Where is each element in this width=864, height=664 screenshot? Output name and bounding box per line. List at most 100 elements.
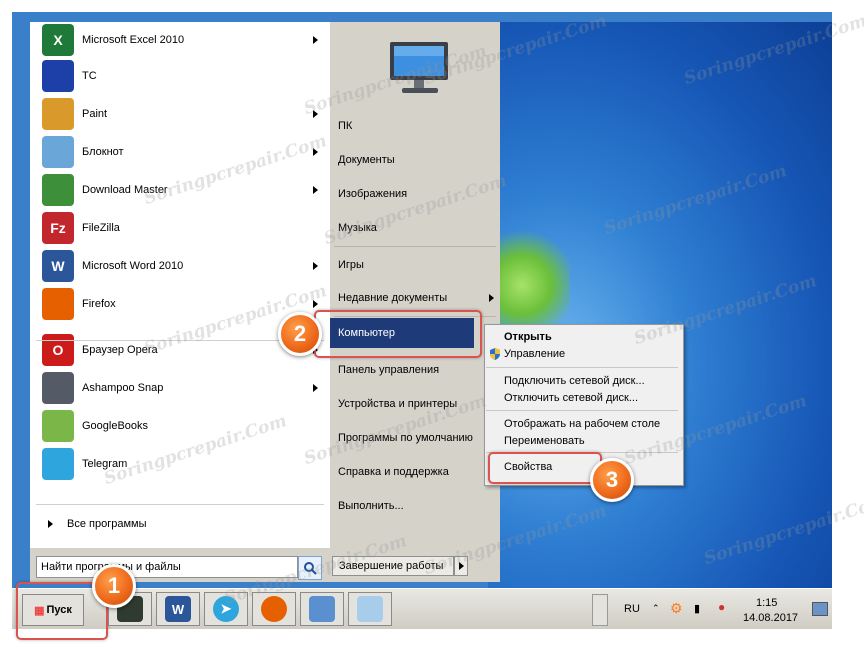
places-label: Справка и поддержка [338,466,449,478]
submenu-arrow-icon [489,294,494,302]
program-label: GoogleBooks [82,420,149,432]
submenu-arrow-icon [313,384,318,392]
clock-time[interactable]: 1:15 [756,597,777,609]
program-label: FileZilla [82,222,120,234]
all-programs-item[interactable]: Все программы [30,512,330,536]
program-label: TC [82,70,97,82]
word-icon: W [42,250,74,282]
highlight-outline-computer [314,310,482,358]
places-item[interactable]: Недавние документы [338,286,498,310]
context-map-drive[interactable]: Подключить сетевой диск... [504,372,645,389]
context-disconnect-drive[interactable]: Отключить сетевой диск... [504,389,638,406]
firefox-icon [261,596,287,622]
network-icon[interactable]: ▮ [694,602,700,615]
arrow-right-icon [48,520,53,528]
arrow-right-icon [458,562,464,570]
ashampoo-snap-icon [42,372,74,404]
program-item[interactable]: Download Master [30,172,330,208]
program-item[interactable]: TC [30,58,330,94]
context-show-desktop[interactable]: Отображать на рабочем столе [504,415,660,432]
places-item[interactable]: Справка и поддержка [338,460,498,484]
places-separator [334,246,496,247]
context-separator [486,410,678,411]
control-panel-icon [309,596,335,622]
context-show-desktop-label: Отображать на рабочем столе [504,417,661,430]
program-item[interactable]: GoogleBooks [30,408,330,444]
places-label: Документы [338,154,395,166]
places-item[interactable]: Панель управления [338,358,498,382]
filezilla-icon: Fz [42,212,74,244]
taskbar-app-notepad[interactable] [348,592,392,626]
context-separator [486,367,678,368]
submenu-arrow-icon [313,186,318,194]
places-item[interactable]: Документы [338,148,498,172]
program-item[interactable]: Fz FileZilla [30,210,330,246]
download-master-icon [42,174,74,206]
places-item[interactable]: Устройства и принтеры [338,392,498,416]
places-item[interactable]: Игры [338,253,498,277]
places-label: Музыка [338,222,377,234]
submenu-arrow-icon [313,110,318,118]
places-item[interactable]: Музыка [338,216,498,240]
places-label: Изображения [338,188,408,200]
tray-expand-icon[interactable]: ⌃ [652,603,660,614]
program-label: Microsoft Word 2010 [82,260,184,272]
places-item[interactable]: Программы по умолчанию [338,426,498,450]
program-label: Download Master [82,184,168,196]
places-item[interactable]: ПК [338,114,498,138]
program-label: Telegram [82,458,128,470]
taskbar-app-word[interactable]: W [156,592,200,626]
highlight-outline-properties [488,452,602,484]
taskbar-app-telegram[interactable]: ➤ [204,592,248,626]
googlebooks-icon [42,410,74,442]
places-item[interactable]: Выполнить... [338,494,498,518]
all-programs-label: Все программы [67,518,147,530]
taskbar-app-firefox[interactable] [252,592,296,626]
context-open-label: Открыть [504,330,552,343]
program-label: Paint [82,108,108,120]
program-item[interactable]: Telegram [30,446,330,482]
notepad-icon [357,596,383,622]
places-label: Игры [338,259,364,271]
avast-icon[interactable]: ⚙ [670,600,683,617]
program-label: Microsoft Excel 2010 [82,34,185,46]
taskbar-app-control-panel[interactable] [300,592,344,626]
program-label: Браузер Opera [82,344,158,356]
taskbar-scroll[interactable] [592,594,608,626]
submenu-arrow-icon [313,148,318,156]
program-item[interactable]: Paint [30,96,330,132]
context-manage-label: Управление [504,347,566,360]
places-item[interactable]: Изображения [338,182,498,206]
shutdown-label: Завершение работы [339,560,444,572]
context-map-drive-label: Подключить сетевой диск... [504,374,645,387]
show-desktop-button[interactable] [812,602,828,616]
paint-icon [42,98,74,130]
submenu-arrow-icon [313,300,318,308]
submenu-arrow-icon [313,36,318,44]
program-item[interactable]: W Microsoft Word 2010 [30,248,330,284]
clock-date[interactable]: 14.08.2017 [743,612,798,624]
notepad-icon [42,136,74,168]
program-item[interactable]: Ashampoo Snap [30,370,330,406]
program-list-separator [36,504,324,505]
places-label: Выполнить... [338,500,404,512]
program-item[interactable]: Блокнот [30,134,330,170]
language-indicator[interactable]: RU [624,603,640,615]
shutdown-button[interactable]: Завершение работы [332,556,454,576]
search-input[interactable]: Найти программы и файлы [36,556,298,578]
context-manage[interactable]: Управление [488,345,565,362]
volume-icon[interactable]: ● [718,600,725,614]
telegram-icon: ➤ [213,596,239,622]
context-rename[interactable]: Переименовать [504,432,585,449]
context-open[interactable]: Открыть [504,328,552,345]
places-label: Панель управления [338,364,440,376]
context-rename-label: Переименовать [504,434,585,447]
program-label: Firefox [82,298,116,310]
magnifier-icon [304,562,317,575]
places-label: Устройства и принтеры [338,398,458,410]
places-label: ПК [338,120,353,132]
program-item[interactable]: X Microsoft Excel 2010 [30,22,330,58]
excel-icon: X [42,24,74,56]
shutdown-options-button[interactable] [454,556,468,576]
search-button[interactable] [298,556,322,580]
